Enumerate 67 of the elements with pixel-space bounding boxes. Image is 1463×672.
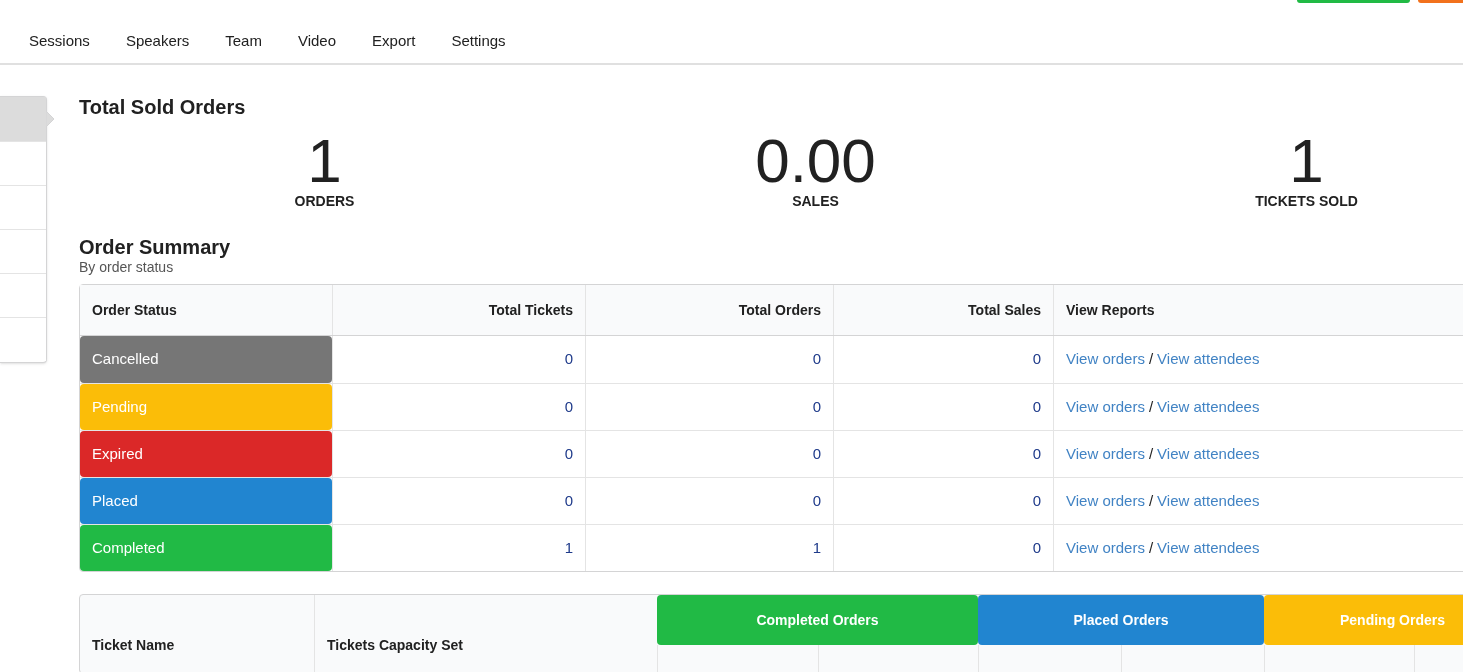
view-attendees-link[interactable]: View attendees	[1157, 442, 1260, 466]
view-attendees-link[interactable]: View attendees	[1157, 489, 1260, 513]
table-cell-text: 0	[1032, 490, 1041, 511]
sidebar-item[interactable]	[0, 317, 46, 361]
table-cell-text: 0	[564, 349, 573, 370]
nav-tab[interactable]: Team	[207, 31, 280, 51]
stat-label: ORDERS	[294, 193, 355, 209]
sidebar-item[interactable]	[0, 273, 46, 317]
sidebar-item[interactable]	[0, 229, 46, 273]
table-cell-text: 0	[812, 349, 821, 370]
table-cell-text: 0	[812, 396, 821, 417]
column-header: Order Status	[91, 300, 178, 320]
view-orders-link[interactable]: View orders	[1066, 442, 1145, 466]
sidebar-item[interactable]	[0, 185, 46, 229]
status-label: Expired	[80, 431, 332, 477]
view-attendees-link[interactable]: View attendees	[1157, 348, 1260, 371]
column-header: Total Sales	[833, 285, 1053, 335]
view-attendees-link[interactable]: View attendees	[1157, 395, 1260, 419]
table-cell-text: 1	[564, 537, 573, 558]
column-header: Tickets Capacity Set	[327, 636, 463, 655]
stat-label: SALES	[792, 193, 839, 209]
section-title: Total Sold Orders	[79, 95, 247, 119]
section-title: Order Summary	[79, 235, 232, 259]
nav-tab[interactable]: Settings	[433, 31, 524, 51]
header-button[interactable]	[1418, 0, 1463, 3]
view-orders-link[interactable]: View orders	[1066, 395, 1145, 419]
link-separator: /	[1148, 490, 1154, 511]
table-cell-text: 0	[1032, 396, 1041, 417]
link-separator: /	[1148, 349, 1154, 370]
view-orders-link[interactable]: View orders	[1066, 489, 1145, 513]
group-header: Completed Orders	[657, 595, 978, 645]
nav-tab[interactable]: Sessions	[11, 31, 108, 51]
table-cell-text: 0	[564, 443, 573, 464]
table-cell-text: 0	[812, 490, 821, 511]
status-label: Completed	[80, 525, 332, 571]
nav-tab[interactable]: Export	[354, 31, 434, 51]
status-label: Cancelled	[80, 336, 332, 383]
table-cell-text: 0	[1032, 443, 1041, 464]
column-header: View Reports	[1053, 285, 1463, 335]
view-orders-link[interactable]: View orders	[1066, 536, 1145, 560]
group-header: Pending Orders	[1264, 595, 1463, 645]
table-cell-text: 1	[812, 537, 821, 558]
column-header: Ticket Name	[92, 636, 175, 655]
status-label: Pending	[80, 384, 332, 430]
column-header: Total Tickets	[332, 285, 585, 335]
link-separator: /	[1148, 537, 1154, 558]
section-subtitle: By order status	[79, 259, 175, 275]
column-header: Total Orders	[585, 285, 833, 335]
sidebar-item[interactable]	[0, 141, 46, 185]
status-label: Placed	[80, 478, 332, 524]
view-attendees-link[interactable]: View attendees	[1157, 536, 1260, 560]
view-orders-link[interactable]: View orders	[1066, 348, 1145, 371]
table-cell-text: 0	[812, 443, 821, 464]
nav-tab[interactable]: Speakers	[107, 31, 208, 51]
table-cell-text: 0	[1032, 537, 1041, 558]
link-separator: /	[1148, 443, 1154, 464]
table-cell-text: 0	[1032, 349, 1041, 370]
stat-value: 1	[307, 129, 342, 193]
table-cell-text: 0	[564, 396, 573, 417]
stat-value: 0.00	[755, 129, 876, 193]
link-separator: /	[1148, 396, 1154, 417]
stat-value: 1	[1289, 129, 1324, 193]
header-button[interactable]	[1297, 0, 1410, 3]
table-cell-text: 0	[564, 490, 573, 511]
nav-tab[interactable]: Video	[279, 31, 355, 51]
stat-label: TICKETS SOLD	[1255, 193, 1358, 209]
group-header: Placed Orders	[978, 595, 1264, 645]
